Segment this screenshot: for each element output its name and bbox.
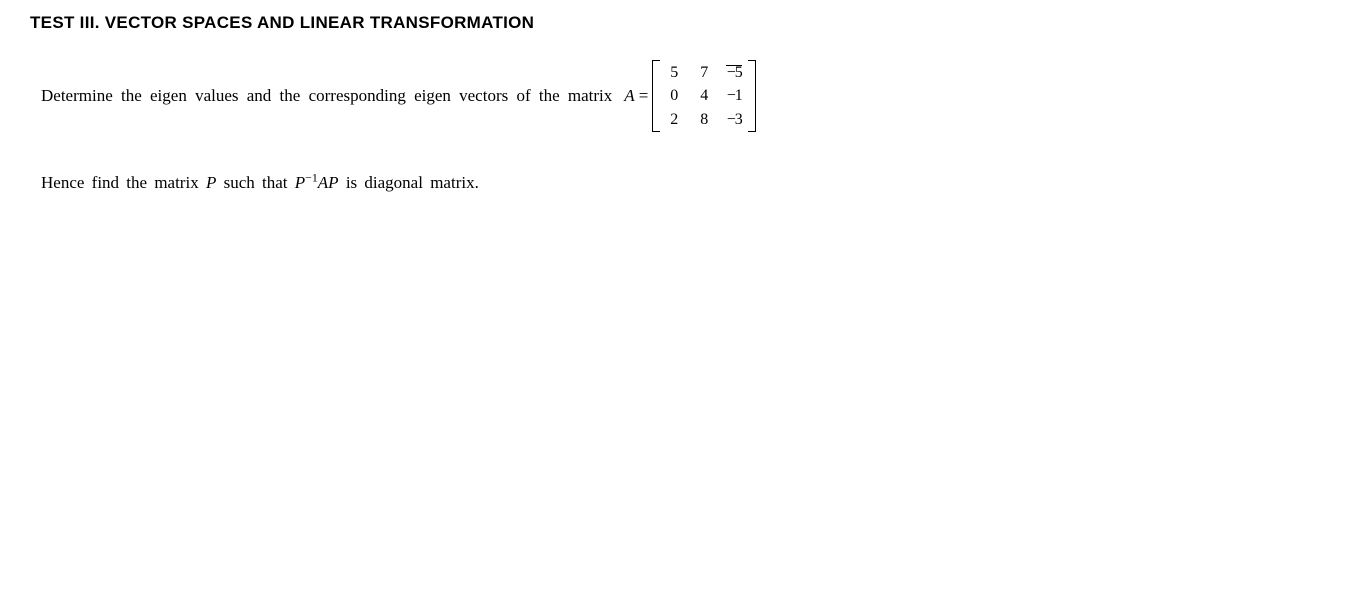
- matrix-cell: 4: [696, 87, 712, 105]
- matrix-cell: 0: [666, 87, 682, 105]
- expr-P: P: [295, 173, 305, 192]
- left-bracket: [652, 60, 660, 133]
- conclusion-post: is diagonal matrix.: [339, 173, 479, 192]
- matrix-cell: 8: [696, 111, 712, 129]
- right-bracket: [748, 60, 756, 133]
- problem-text: Determine the eigen values and the corre…: [41, 83, 612, 109]
- matrix-cell: 5: [666, 64, 682, 82]
- matrix-cell: −3: [726, 111, 742, 129]
- matrix-body: 5 7 −5 0 4 −1 2 8 −3: [660, 60, 748, 133]
- conclusion-text: Hence find the matrix P such that P−1AP …: [41, 170, 1330, 196]
- matrix-P: P: [206, 173, 216, 192]
- conclusion-pre: Hence find the matrix: [41, 173, 206, 192]
- matrix-cell: 2: [666, 111, 682, 129]
- expr-AP: AP: [318, 173, 339, 192]
- matrix: 5 7 −5 0 4 −1 2 8 −3: [652, 60, 756, 133]
- matrix-definition: A = 5 7 −5 0 4 −1 2 8 −3: [624, 60, 756, 133]
- matrix-cell: 7: [696, 64, 712, 82]
- problem-statement: Determine the eigen values and the corre…: [41, 60, 1330, 133]
- equals-sign: =: [639, 83, 649, 109]
- expr-inverse: −1: [305, 171, 318, 185]
- page-title: TEST III. VECTOR SPACES AND LINEAR TRANS…: [30, 10, 1330, 36]
- matrix-cell: −5: [726, 64, 742, 82]
- matrix-variable: A: [624, 83, 634, 109]
- diagonalization-expr: P−1AP: [295, 173, 339, 192]
- conclusion-mid: such that: [216, 173, 294, 192]
- matrix-cell: −1: [726, 87, 742, 105]
